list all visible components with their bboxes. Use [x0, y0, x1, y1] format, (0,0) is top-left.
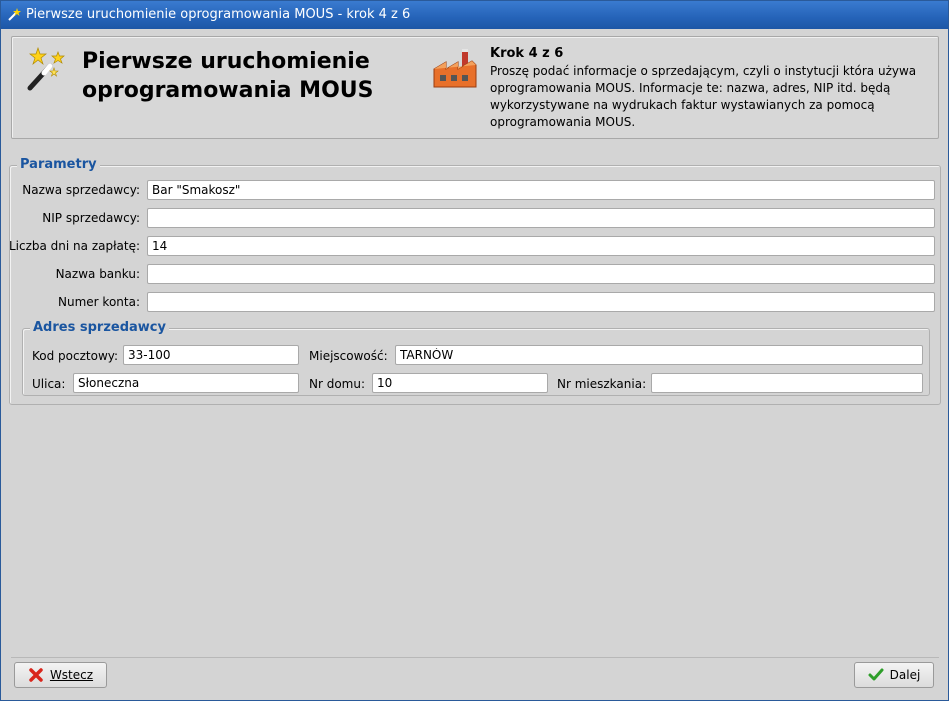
seller-name-input[interactable] [147, 180, 935, 200]
payment-days-label: Liczba dni na zapłatę: [8, 239, 140, 253]
payment-days-input[interactable] [147, 236, 935, 256]
step-title: Krok 4 z 6 [490, 46, 564, 61]
parameters-group: Parametry Nazwa sprzedawcy: NIP sprzedaw… [8, 157, 941, 405]
account-number-label: Numer konta: [58, 295, 140, 309]
bank-name-input[interactable] [147, 264, 935, 284]
city-input[interactable] [395, 345, 923, 365]
next-button-label: Dalej [889, 668, 921, 682]
title-bar[interactable]: Pierwsze uruchomienie oprogramowania MOU… [1, 1, 948, 29]
wand-icon [8, 8, 21, 21]
wizard-window: Pierwsze uruchomienie oprogramowania MOU… [0, 0, 949, 701]
street-label: Ulica: [32, 377, 66, 391]
apartment-number-label: Nr mieszkania: [557, 377, 647, 391]
close-icon [29, 668, 43, 682]
window-title: Pierwsze uruchomienie oprogramowania MOU… [26, 7, 411, 22]
street-input[interactable] [73, 373, 299, 393]
header-panel: Pierwsze uruchomienie oprogramowania MOU… [11, 36, 939, 139]
nip-input[interactable] [147, 208, 935, 228]
back-button[interactable]: Wstecz [14, 662, 107, 688]
bank-name-label: Nazwa banku: [55, 267, 140, 281]
next-button[interactable]: Dalej [854, 662, 934, 688]
apartment-number-input[interactable] [651, 373, 923, 393]
step-description: Proszę podać informacje o sprzedającym, … [490, 64, 917, 129]
back-button-label: Wstecz [49, 668, 94, 682]
house-number-label: Nr domu: [309, 377, 366, 391]
house-number-input[interactable] [372, 373, 548, 393]
footer-bar: Wstecz Dalej [11, 657, 939, 693]
postal-code-input[interactable] [123, 345, 299, 365]
magic-wand-icon [27, 46, 65, 91]
address-legend: Adres sprzedawcy [30, 320, 169, 335]
city-label: Miejscowość: [309, 349, 388, 363]
postal-code-label: Kod pocztowy: [32, 349, 119, 363]
checkmark-icon [868, 668, 884, 681]
account-number-input[interactable] [147, 292, 935, 312]
address-group: Adres sprzedawcy Kod pocztowy: Miejscowo… [22, 320, 930, 396]
factory-icon [433, 49, 477, 88]
nip-label: NIP sprzedawcy: [42, 211, 140, 225]
parameters-legend: Parametry [17, 157, 100, 172]
seller-name-label: Nazwa sprzedawcy: [22, 183, 140, 197]
page-title: Pierwsze uruchomienie oprogramowania MOU… [82, 49, 374, 103]
